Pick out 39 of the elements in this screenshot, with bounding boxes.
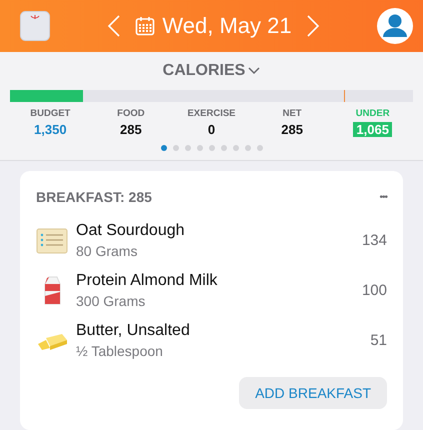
scale-icon[interactable]	[20, 10, 50, 41]
page-dot[interactable]	[196, 144, 202, 151]
stat-value: 1,350	[33, 122, 68, 137]
stat-value: 0	[206, 122, 216, 137]
page-dot[interactable]	[184, 144, 190, 151]
food-calories: 100	[362, 282, 387, 299]
page-dot[interactable]	[172, 144, 178, 151]
chevron-down-icon	[248, 66, 260, 75]
food-amount: 80 Grams	[76, 242, 138, 259]
calendar-icon	[135, 16, 156, 36]
more-button[interactable]: •••	[379, 192, 387, 203]
food-amount: ½ Tablespoon	[76, 342, 164, 359]
page-dot[interactable]	[232, 144, 238, 151]
page-dot[interactable]	[220, 144, 226, 151]
page-dot[interactable]	[208, 144, 214, 151]
stat-label: FOOD	[117, 108, 145, 119]
calories-dropdown[interactable]: CALORIES	[162, 60, 260, 82]
stat-label: UNDER	[356, 108, 390, 119]
stat-label: EXERCISE	[187, 108, 236, 119]
profile-avatar-icon[interactable]	[377, 8, 413, 44]
meal-title: BREAKFAST: 285	[36, 189, 152, 206]
page-dot[interactable]	[256, 144, 262, 151]
stat-value: 1,065	[353, 122, 392, 137]
next-day-icon[interactable]	[306, 14, 320, 37]
food-name: Butter, Unsalted	[76, 322, 191, 340]
page-dot[interactable]	[244, 144, 250, 151]
stat-label: BUDGET	[30, 108, 70, 119]
add-breakfast-button[interactable]: ADD BREAKFAST	[239, 377, 387, 410]
stat-value: 285	[280, 122, 304, 137]
food-name: Protein Almond Milk	[76, 272, 218, 290]
food-name: Oat Sourdough	[76, 222, 186, 240]
page-dot[interactable]	[160, 144, 166, 151]
food-calories: 51	[370, 332, 387, 349]
previous-day-icon[interactable]	[107, 14, 122, 37]
food-calories: 134	[362, 232, 387, 249]
stat-label: NET	[282, 108, 302, 119]
date-button[interactable]: Wed, May 21	[135, 12, 292, 39]
stat-value: 285	[119, 122, 143, 137]
food-amount: 300 Grams	[76, 292, 146, 309]
